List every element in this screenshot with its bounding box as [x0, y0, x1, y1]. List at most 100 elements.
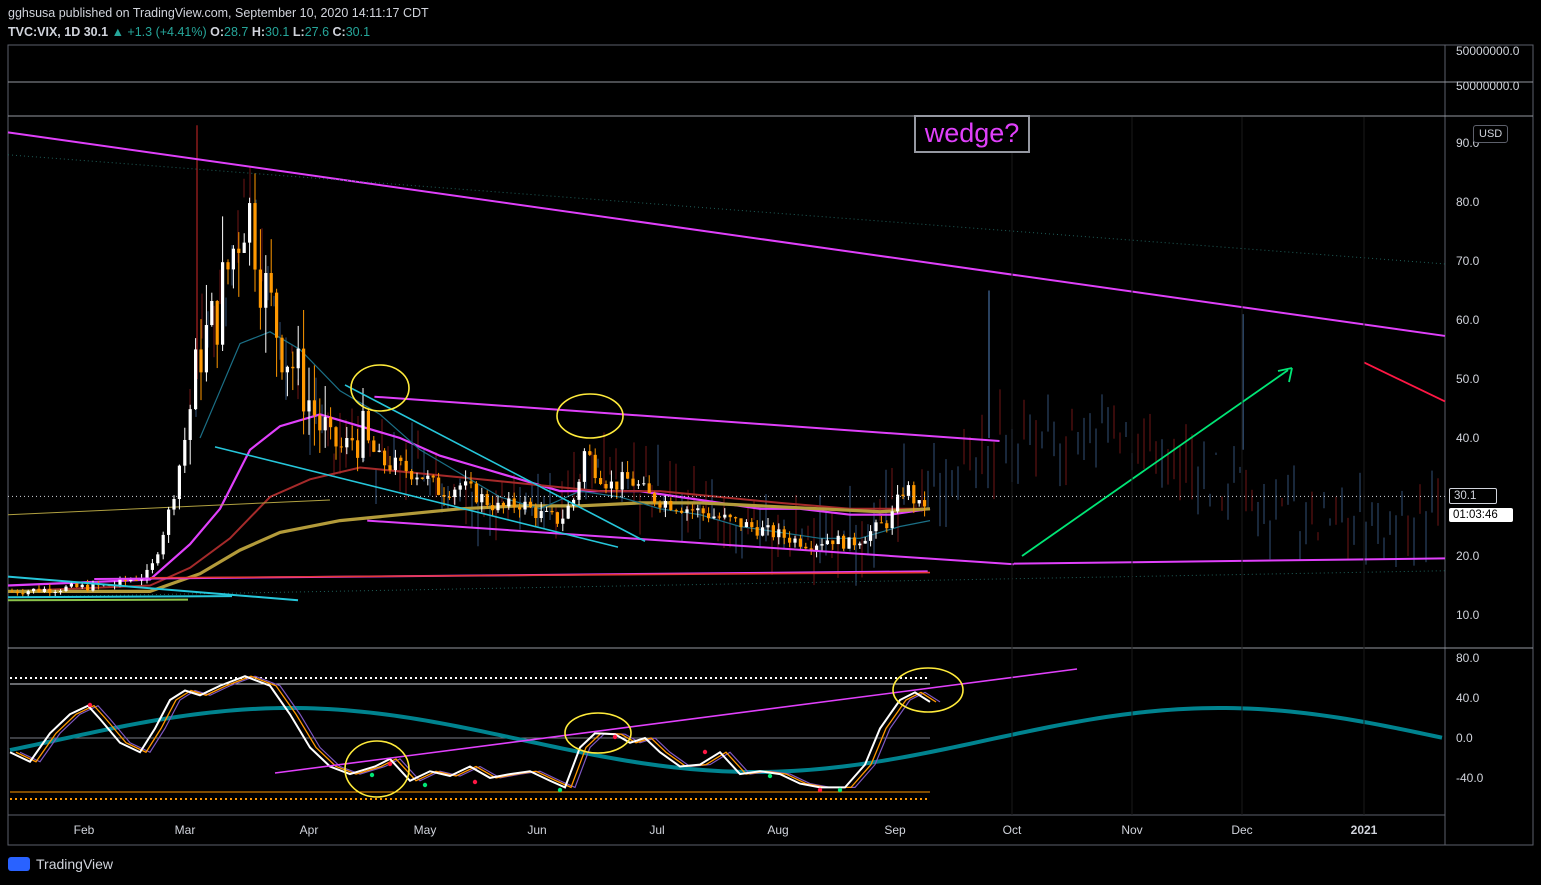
candle-body — [690, 509, 694, 511]
candle-body — [42, 588, 46, 592]
candle-body — [858, 543, 862, 546]
brand-name: TradingView — [36, 856, 114, 872]
trendline-cyan — [214, 446, 619, 548]
candle-body — [296, 348, 300, 369]
cross-marker — [472, 779, 478, 785]
candle-body — [653, 493, 657, 503]
candle-body — [291, 366, 295, 369]
time-tick-label: 2021 — [1351, 823, 1378, 837]
candle-body — [145, 569, 149, 579]
candle-body — [80, 584, 84, 588]
candle-body — [26, 591, 30, 595]
time-tick-label: Dec — [1231, 823, 1252, 837]
candle-body — [728, 514, 732, 518]
candle-body — [696, 508, 700, 511]
candle-body — [815, 545, 819, 551]
candle-body — [604, 484, 608, 489]
trendline-drawings — [7, 131, 1446, 602]
candle-body — [626, 472, 630, 479]
candle-body — [852, 537, 856, 546]
wedge-annotation[interactable]: wedge? — [914, 115, 1030, 153]
candle-body — [194, 349, 198, 410]
candle-body — [771, 525, 775, 538]
time-tick-label: Apr — [300, 823, 319, 837]
candle-body — [793, 538, 797, 543]
oscillator-tick-label: 0.0 — [1456, 731, 1473, 745]
candle-body — [831, 540, 835, 545]
cross-marker — [369, 772, 375, 778]
candle-body — [788, 537, 792, 543]
candle-body — [485, 494, 489, 506]
candle-body — [923, 500, 927, 507]
moving-averages — [7, 331, 931, 593]
cycle-wave — [9, 705, 1443, 774]
candle-body — [258, 269, 262, 308]
candle-body — [426, 475, 430, 479]
candle-body — [561, 518, 565, 524]
candle-body — [437, 477, 441, 495]
candle-body — [539, 511, 543, 519]
tradingview-logo[interactable]: TradingView — [8, 856, 113, 872]
currency-label[interactable]: USD — [1473, 125, 1509, 143]
candle-body — [885, 523, 889, 529]
candle-body — [798, 538, 802, 547]
candle-body — [566, 505, 570, 519]
cross-marker — [422, 782, 428, 788]
trendline-magenta — [1013, 557, 1446, 565]
candle-body — [453, 489, 457, 498]
candle-body — [334, 427, 338, 447]
price-tick-label: 40.0 — [1456, 431, 1480, 445]
candle-body — [69, 583, 73, 587]
candle-body — [275, 292, 279, 338]
candle-body — [312, 400, 316, 416]
channel-dotted-upper — [7, 154, 1446, 265]
oscillator-tick-label: -40.0 — [1456, 771, 1484, 785]
time-tick-label: Mar — [175, 823, 196, 837]
time-tick-label: Sep — [884, 823, 906, 837]
candle-body — [777, 529, 781, 538]
trendline-green-flat — [7, 598, 189, 602]
candle-body — [669, 500, 673, 511]
volume-tick-label: 50000000.0 — [1456, 44, 1520, 58]
candle-body — [393, 457, 397, 471]
candle-body — [550, 510, 554, 513]
candle-body — [528, 501, 532, 508]
candle-body — [766, 525, 770, 528]
volume-tick-label: 50000000.0 — [1456, 79, 1520, 93]
candle-body — [366, 410, 370, 441]
green-arrow-line — [1021, 369, 1289, 557]
cross-marker — [702, 749, 708, 755]
candle-body — [339, 446, 343, 448]
candle-body — [183, 439, 187, 466]
candle-body — [161, 534, 165, 555]
price-tick-label: 10.0 — [1456, 608, 1480, 622]
candle-body — [512, 498, 516, 508]
candle-body — [577, 481, 581, 500]
cross-marker — [837, 787, 843, 793]
candle-body — [269, 272, 273, 293]
candle-body — [150, 563, 154, 570]
cross-marker — [557, 787, 563, 793]
candle-body — [302, 348, 306, 412]
highlight-circle — [350, 364, 410, 412]
candle-body — [356, 440, 360, 458]
candle-body — [734, 517, 738, 519]
price-tick-label: 60.0 — [1456, 313, 1480, 327]
candle-body — [636, 484, 640, 486]
candle-body — [491, 505, 495, 511]
oscillator-pane — [9, 667, 1443, 800]
candle-body — [361, 410, 365, 458]
candle-body — [663, 500, 667, 508]
candle-body — [593, 454, 597, 479]
candle-body — [755, 527, 759, 536]
price-tick-label: 50.0 — [1456, 372, 1480, 386]
candle-body — [231, 248, 235, 270]
chart-canvas[interactable]: 10.020.030.040.050.060.070.080.090.05000… — [0, 0, 1541, 885]
time-tick-label: Aug — [767, 823, 788, 837]
candle-body — [172, 498, 176, 510]
time-tick-label: Jul — [649, 823, 664, 837]
candle-body — [761, 527, 765, 536]
trendline-magenta — [367, 519, 1014, 566]
candle-body — [253, 203, 257, 270]
candle-body — [545, 510, 549, 512]
